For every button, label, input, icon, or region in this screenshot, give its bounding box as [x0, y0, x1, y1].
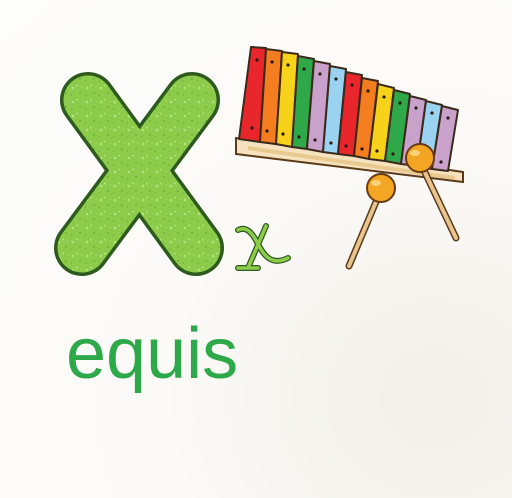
letter-x-uppercase-icon	[54, 72, 224, 276]
mallet-left-icon	[345, 173, 396, 270]
letter-x-lowercase-icon	[235, 223, 291, 271]
word-label: equis	[66, 314, 239, 394]
alphabet-card: equis	[0, 0, 512, 498]
card-illustration	[54, 46, 464, 276]
